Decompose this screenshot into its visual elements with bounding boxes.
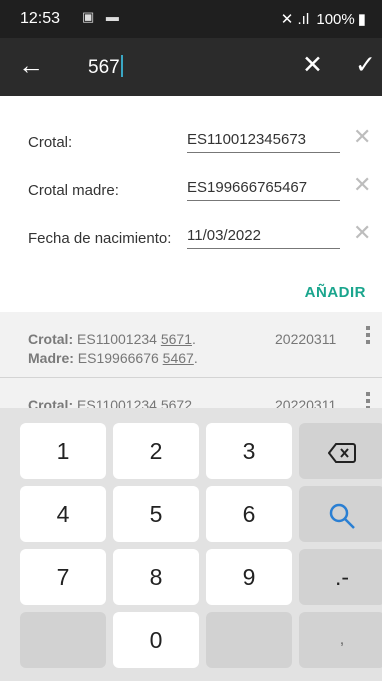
item-crotal: Crotal: ES11001234 5671.: [28, 331, 196, 347]
more-options-icon[interactable]: [366, 326, 370, 347]
text-cursor: [120, 55, 123, 77]
animal-list: Crotal: ES11001234 5671. Madre: ES199666…: [0, 312, 382, 408]
crotal-suffix: 5672: [160, 397, 192, 408]
key-2[interactable]: 2: [113, 423, 199, 479]
clear-fecha-icon[interactable]: ✕: [353, 220, 371, 246]
add-animal-form: Crotal: ES110012345673 ✕ Crotal madre: E…: [0, 96, 382, 312]
clear-search-icon[interactable]: ✕: [302, 50, 323, 80]
crotal-suffix: 5671: [160, 331, 192, 347]
key-0[interactable]: 0: [113, 612, 199, 668]
key-8[interactable]: 8: [113, 549, 199, 605]
key-7[interactable]: 7: [20, 549, 106, 605]
key-4[interactable]: 4: [20, 486, 106, 542]
backspace-icon: [327, 442, 356, 463]
crotal-field[interactable]: ES110012345673: [187, 127, 340, 153]
madre-key: Madre:: [28, 350, 74, 366]
fecha-nacimiento-field[interactable]: 11/03/2022: [187, 223, 340, 249]
key-6[interactable]: 6: [206, 486, 292, 542]
status-time: 12:53: [20, 10, 61, 27]
key-9[interactable]: 9: [206, 549, 292, 605]
key-blank[interactable]: [206, 612, 292, 668]
madre-suffix: 5467: [162, 350, 194, 366]
crotal-madre-field[interactable]: ES199666765467: [187, 175, 340, 201]
notification-icons: ▣ ▬: [82, 9, 123, 24]
item-date: 20220311: [275, 397, 337, 408]
key-blank[interactable]: [20, 612, 106, 668]
key-5[interactable]: 5: [113, 486, 199, 542]
key-dot-minus[interactable]: .-: [299, 549, 382, 605]
crotal-key: Crotal:: [28, 397, 74, 408]
back-arrow-icon[interactable]: ←: [18, 50, 44, 81]
key-1[interactable]: 1: [20, 423, 106, 479]
search-icon: [329, 503, 355, 529]
crotal-madre-label: Crotal madre:: [28, 182, 119, 199]
item-crotal: Crotal: ES11001234 5672.: [28, 397, 196, 408]
item-date: 20220311: [275, 331, 337, 347]
more-options-icon[interactable]: [366, 392, 370, 408]
signal-icon: ✕ .ıl: [280, 11, 310, 28]
key-comma[interactable]: ,: [299, 612, 382, 668]
item-madre: Madre: ES19966676 5467.: [28, 350, 198, 366]
crotal-prefix: ES11001234: [77, 331, 157, 347]
search-text: 567: [88, 57, 120, 78]
key-3[interactable]: 3: [206, 423, 292, 479]
status-bar: 12:53 ▣ ▬ ✕ .ıl 100% ▮: [0, 0, 382, 38]
search-key[interactable]: [299, 486, 382, 542]
clear-crotal-icon[interactable]: ✕: [353, 124, 371, 150]
crotal-key: Crotal:: [28, 331, 74, 347]
crotal-label: Crotal:: [28, 134, 73, 151]
fecha-nacimiento-row: Fecha de nacimiento: 11/03/2022 ✕: [0, 212, 382, 252]
battery-icon: ▮: [357, 11, 366, 28]
backspace-key[interactable]: [299, 423, 382, 479]
numeric-keyboard: 1 2 3 4 5 6 7 8 9 .- 0 ,: [0, 408, 382, 681]
list-item[interactable]: Crotal: ES11001234 5671. Madre: ES199666…: [0, 312, 382, 378]
crotal-prefix: ES11001234: [77, 397, 157, 408]
fecha-nacimiento-label: Fecha de nacimiento:: [28, 230, 172, 247]
crotal-madre-row: Crotal madre: ES199666765467 ✕: [0, 164, 382, 204]
system-status: ✕ .ıl 100% ▮: [278, 10, 366, 28]
search-input[interactable]: 567: [88, 55, 123, 79]
list-item[interactable]: Crotal: ES11001234 5672. 20220311: [0, 378, 382, 408]
battery-level: 100%: [316, 11, 355, 28]
madre-prefix: ES19966676: [77, 350, 159, 366]
crotal-row: Crotal: ES110012345673 ✕: [0, 116, 382, 156]
add-button[interactable]: AÑADIR: [305, 284, 366, 301]
search-toolbar: ← 567 ✕ ✓: [0, 38, 382, 96]
clear-crotal-madre-icon[interactable]: ✕: [353, 172, 371, 198]
confirm-check-icon[interactable]: ✓: [355, 50, 376, 80]
